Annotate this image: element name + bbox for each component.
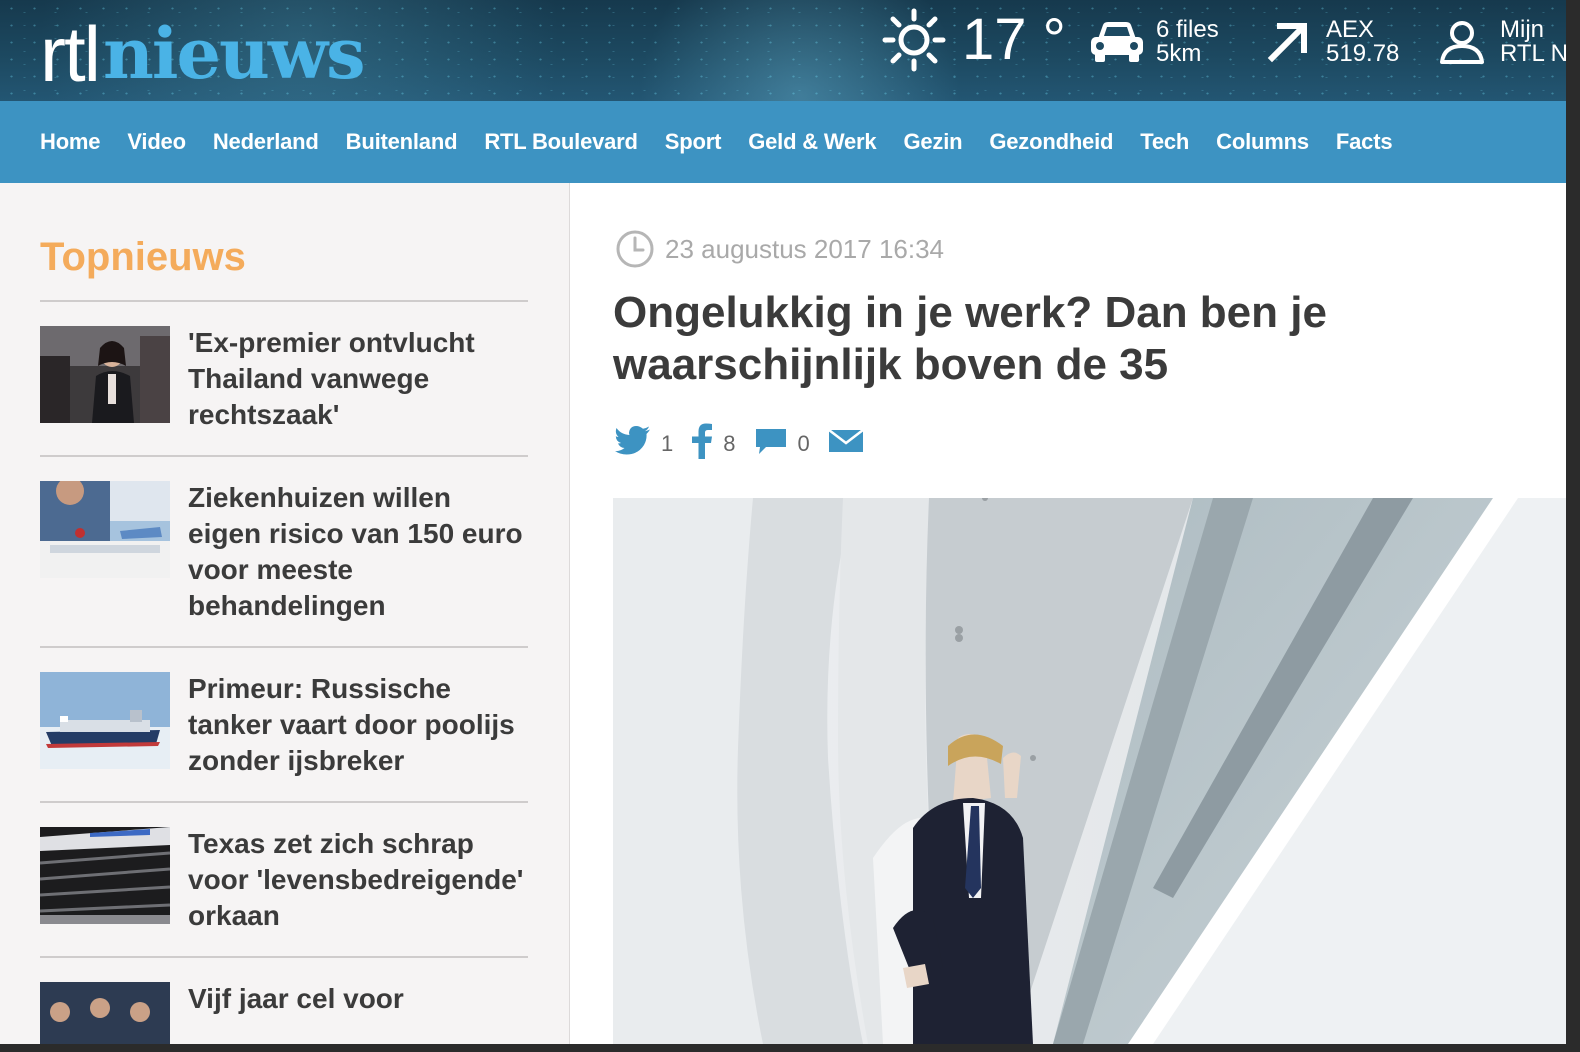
- news-thumbnail[interactable]: [40, 827, 170, 924]
- account-line2: RTL N: [1500, 40, 1566, 67]
- car-icon: [1091, 22, 1143, 62]
- traffic-length: 5km: [1156, 40, 1202, 67]
- twitter-share-button[interactable]: [615, 426, 651, 462]
- article-date: 23 augustus 2017 16:34: [665, 233, 945, 264]
- news-title[interactable]: Vijf jaar cel voor: [188, 981, 404, 1044]
- facebook-count: 8: [723, 431, 736, 456]
- aex-value: 519.78: [1326, 40, 1400, 67]
- temperature: 17 °: [962, 7, 1066, 72]
- main-nav: Home Video Nederland Buitenland RTL Boul…: [0, 101, 1566, 183]
- site-logo[interactable]: rtl nieuws: [40, 4, 366, 98]
- email-share-button[interactable]: [827, 429, 864, 459]
- nav-item-columns[interactable]: Columns: [1216, 129, 1309, 155]
- news-thumbnail[interactable]: [40, 982, 170, 1044]
- nav-item-video[interactable]: Video: [127, 129, 186, 155]
- share-bar: 1 8 0: [615, 423, 864, 465]
- news-title[interactable]: 'Ex-premier ontvlucht Thailand vanwege r…: [188, 325, 528, 433]
- facebook-share-button[interactable]: [691, 423, 713, 465]
- news-thumbnail[interactable]: [40, 672, 170, 769]
- article: 23 augustus 2017 16:34 Ongelukkig in je …: [571, 183, 1566, 1044]
- news-title[interactable]: Texas zet zich schrap voor 'levensbedrei…: [188, 826, 528, 934]
- facebook-icon: [692, 423, 713, 459]
- sun-icon: [882, 8, 946, 72]
- traffic-widget[interactable]: 6 files 5km: [1088, 18, 1219, 66]
- arrow-up-right-icon: [1267, 23, 1307, 63]
- twitter-icon: [615, 426, 650, 455]
- aex-widget[interactable]: AEX 519.78: [1264, 18, 1399, 66]
- site-header: rtl nieuws 17 ° 6 files 5km AEX 519.78 M…: [0, 0, 1566, 101]
- nav-item-gezin[interactable]: Gezin: [903, 129, 962, 155]
- list-item[interactable]: Texas zet zich schrap voor 'levensbedrei…: [40, 803, 528, 958]
- list-item[interactable]: Ziekenhuizen willen eigen risico van 150…: [40, 457, 528, 648]
- weather-widget[interactable]: 17 °: [882, 8, 1066, 72]
- comment-icon: [755, 429, 786, 454]
- topnieuws-sidebar: Topnieuws 'Ex-premier ontvlucht Thailand…: [0, 183, 570, 1044]
- list-item[interactable]: Primeur: Russische tanker vaart door poo…: [40, 648, 528, 803]
- nav-item-nederland[interactable]: Nederland: [213, 129, 319, 155]
- traffic-count: 6 files: [1156, 16, 1219, 43]
- comments-button[interactable]: [754, 427, 788, 461]
- account-line1: Mijn: [1500, 16, 1545, 43]
- article-hero-image[interactable]: [613, 498, 1566, 1044]
- nav-item-tech[interactable]: Tech: [1140, 129, 1189, 155]
- topnieuws-heading: Topnieuws: [40, 235, 246, 279]
- clock-icon: [616, 230, 654, 268]
- comments-count: 0: [797, 431, 810, 456]
- news-title[interactable]: Primeur: Russische tanker vaart door poo…: [188, 671, 528, 779]
- nav-item-gezondheid[interactable]: Gezondheid: [989, 129, 1113, 155]
- logo-nieuws: nieuws: [102, 12, 366, 95]
- article-date-row: 23 augustus 2017 16:34: [615, 229, 944, 269]
- news-thumbnail[interactable]: [40, 326, 170, 423]
- browser-viewport: rtl nieuws 17 ° 6 files 5km AEX 519.78 M…: [0, 0, 1566, 1044]
- nav-item-home[interactable]: Home: [40, 129, 101, 155]
- news-title[interactable]: Ziekenhuizen willen eigen risico van 150…: [188, 480, 528, 624]
- my-account-link[interactable]: Mijn RTL N: [1438, 18, 1566, 66]
- nav-item-geld-werk[interactable]: Geld & Werk: [748, 129, 876, 155]
- aex-label: AEX: [1326, 16, 1375, 43]
- nav-item-sport[interactable]: Sport: [665, 129, 722, 155]
- nav-item-rtl-boulevard[interactable]: RTL Boulevard: [484, 129, 638, 155]
- twitter-count: 1: [661, 431, 674, 456]
- news-thumbnail[interactable]: [40, 481, 170, 578]
- logo-rtl: rtl: [40, 10, 101, 98]
- user-icon: [1440, 21, 1484, 64]
- topnieuws-list: 'Ex-premier ontvlucht Thailand vanwege r…: [40, 302, 528, 1044]
- list-item[interactable]: 'Ex-premier ontvlucht Thailand vanwege r…: [40, 302, 528, 457]
- nav-item-facts[interactable]: Facts: [1336, 129, 1393, 155]
- nav-item-buitenland[interactable]: Buitenland: [346, 129, 458, 155]
- list-item[interactable]: Vijf jaar cel voor: [40, 958, 528, 1044]
- mail-icon: [827, 429, 864, 452]
- article-headline: Ongelukkig in je werk? Dan ben je waarsc…: [613, 288, 1327, 389]
